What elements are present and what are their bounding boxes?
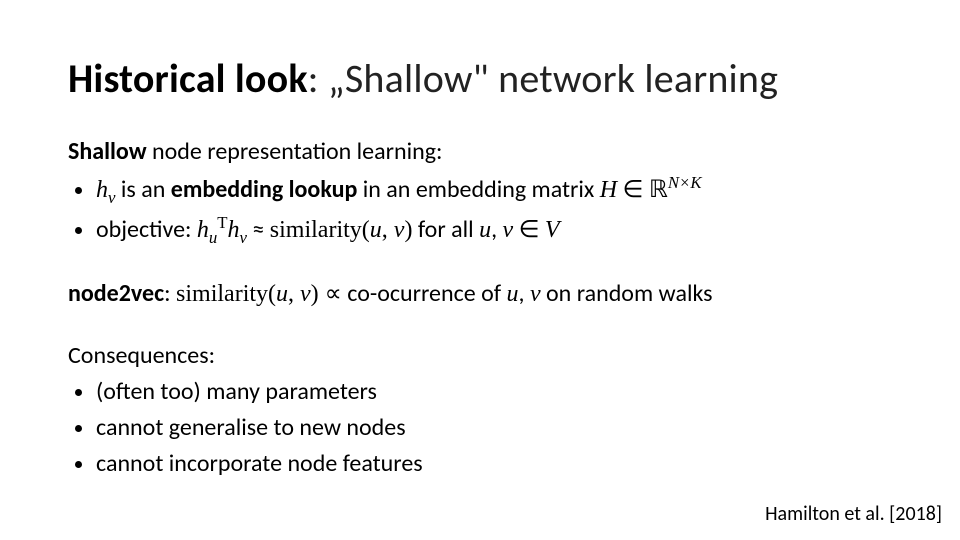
node2vec-section: node2vec: similarity(u, v) ∝ co-ocurrenc… bbox=[68, 276, 892, 312]
shallow-lead: Shallow node representation learning: bbox=[68, 134, 892, 170]
huT-hv: huThv bbox=[197, 217, 247, 243]
bullet-no-features: cannot incorporate node features bbox=[96, 446, 892, 482]
slide: Historical look: „Shallow" network learn… bbox=[0, 0, 960, 540]
embedding-lookup-bold: embedding lookup bbox=[171, 175, 358, 204]
bullet-objective: objective: huThv ≈ similarity(u, v) for … bbox=[96, 210, 892, 250]
consequences-section: Consequences: (often too) many parameter… bbox=[68, 338, 892, 482]
shallow-lead-bold: Shallow bbox=[68, 137, 147, 166]
citation-year: [2018] bbox=[885, 502, 942, 526]
consequences-bullets: (often too) many parameters cannot gener… bbox=[96, 374, 892, 482]
shallow-lead-rest: node representation learning: bbox=[147, 137, 443, 166]
proportional-symbol: ∝ bbox=[325, 279, 342, 308]
consequences-lead: Consequences: bbox=[68, 338, 892, 374]
shallow-bullets: hv is an embedding lookup in an embeddin… bbox=[96, 170, 892, 250]
shallow-section: Shallow node representation learning: hv… bbox=[68, 134, 892, 250]
node2vec-lead: node2vec bbox=[68, 279, 164, 308]
similarity-fn2: similarity(u, v) bbox=[176, 281, 325, 307]
matrix-H: H bbox=[600, 177, 617, 203]
bullet-embedding-lookup: hv is an embedding lookup in an embeddin… bbox=[96, 170, 892, 210]
dimensions-NK: N×K bbox=[668, 173, 702, 192]
bullet-many-params: (often too) many parameters bbox=[96, 374, 892, 410]
title-rest: : „Shallow" network learning bbox=[308, 54, 778, 103]
hv-symbol: hv bbox=[96, 177, 115, 203]
citation-author: Hamilton et al. bbox=[765, 502, 885, 526]
citation: Hamilton et al. [2018] bbox=[765, 502, 942, 526]
slide-title: Historical look: „Shallow" network learn… bbox=[68, 56, 892, 102]
title-bold: Historical look bbox=[68, 54, 308, 103]
similarity-fn: similarity(u, v) bbox=[270, 217, 413, 243]
real-numbers: ℝ bbox=[649, 177, 668, 203]
bullet-no-generalise: cannot generalise to new nodes bbox=[96, 410, 892, 446]
slide-body: Shallow node representation learning: hv… bbox=[68, 134, 892, 482]
